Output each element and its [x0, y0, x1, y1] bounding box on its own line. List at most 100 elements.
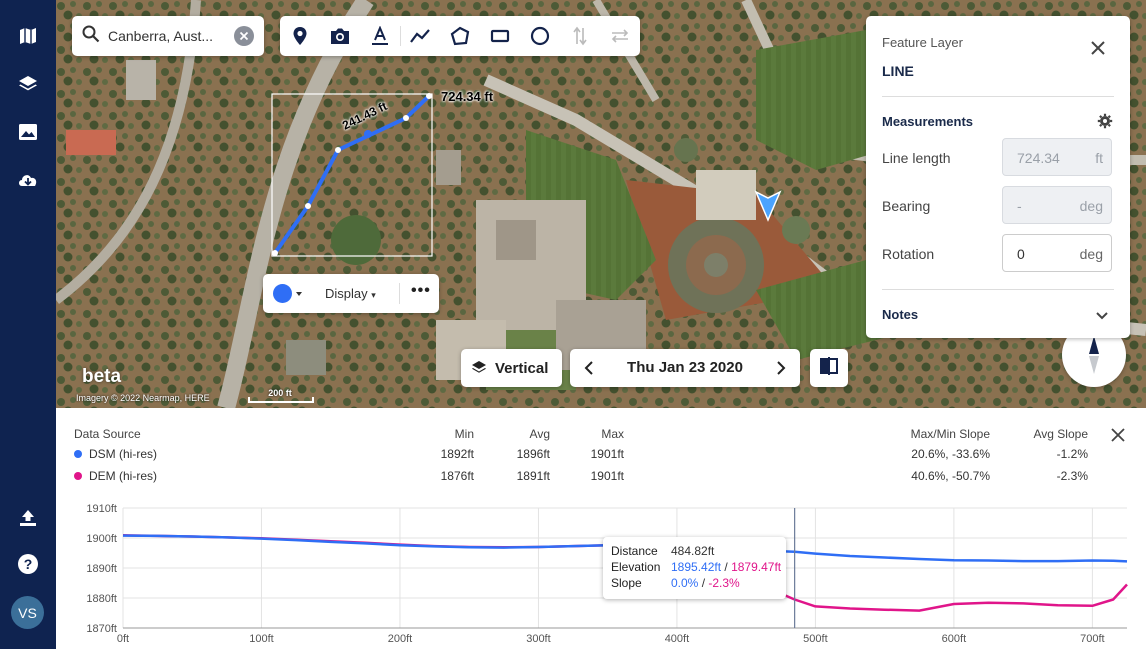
min-header: Min	[454, 427, 474, 441]
scale-bar: 200 ft	[248, 388, 314, 403]
upload-icon[interactable]	[14, 504, 42, 532]
elevation-chart[interactable]: 1910ft 1900ft 1890ft 1880ft 1870ft0ft 100ft 20…	[56, 500, 1146, 649]
close-icon[interactable]	[1089, 39, 1107, 62]
tooltip-distance-label: Distance	[611, 544, 658, 558]
survey-date[interactable]: Thu Jan 23 2020	[570, 359, 800, 376]
tooltip-slope-label: Slope	[611, 576, 642, 590]
side-nav: ? VS	[0, 0, 56, 649]
tooltip-slope-dsm: 0.0%	[671, 576, 699, 590]
notes-heading[interactable]: Notes	[882, 307, 918, 322]
dem-avg: 1891ft	[516, 469, 550, 483]
x-tick-label: 100ft	[249, 633, 273, 645]
drawing-toolbar	[280, 16, 640, 56]
line-length-unit: ft	[1095, 150, 1103, 166]
tooltip-elev-dsm: 1895.42ft	[671, 560, 722, 574]
bearing-field: - deg	[1002, 186, 1112, 224]
y-tick-label: 1880ft	[86, 593, 117, 605]
dem-max: 1901ft	[590, 469, 624, 483]
panel-title: LINE	[882, 63, 914, 79]
polygon-icon[interactable]	[448, 24, 472, 48]
layers-icon	[471, 360, 487, 376]
line-length-field: 724.34 ft	[1002, 138, 1112, 176]
dem-legend-dot	[74, 472, 82, 480]
dsm-avg-slope: -1.2%	[1056, 447, 1088, 461]
slope-header: Max/Min Slope	[910, 427, 990, 441]
x-tick-label: 0ft	[117, 633, 129, 645]
total-length-label: 724.34 ft	[441, 89, 494, 104]
dem-avg-slope: -2.3%	[1056, 469, 1088, 483]
dem-min: 1876ft	[440, 469, 474, 483]
x-tick-label: 300ft	[526, 633, 550, 645]
help-icon[interactable]: ?	[14, 550, 42, 578]
text-icon[interactable]	[368, 24, 392, 48]
tooltip-elev-dem: 1879.47ft	[731, 560, 782, 574]
y-tick-label: 1870ft	[86, 623, 117, 635]
tooltip-slope-sep: /	[698, 576, 709, 590]
split-view-icon	[819, 356, 839, 381]
clear-search-icon[interactable]	[234, 26, 254, 46]
camera-icon[interactable]	[328, 24, 352, 48]
x-tick-label: 700ft	[1080, 633, 1104, 645]
svg-text:?: ?	[24, 556, 33, 572]
panel-subtitle: Feature Layer	[882, 35, 963, 50]
circle-icon[interactable]	[528, 24, 552, 48]
rotation-label: Rotation	[882, 246, 935, 262]
x-tick-label: 400ft	[665, 633, 689, 645]
dsm-max: 1901ft	[590, 447, 624, 461]
avatar[interactable]: VS	[11, 596, 44, 629]
dem-name: DEM (hi-res)	[89, 469, 157, 483]
chevron-down-icon[interactable]	[296, 292, 302, 296]
dsm-avg: 1896ft	[516, 447, 550, 461]
elevation-profile: Data Source Min Avg Max Max/Min Slope Av…	[56, 408, 1146, 649]
imagery-credit: Imagery © 2022 Nearmap, HERE	[76, 393, 210, 403]
marker-icon[interactable]	[288, 24, 312, 48]
search-input[interactable]: Canberra, Aust...	[108, 28, 218, 44]
rectangle-icon[interactable]	[488, 24, 512, 48]
more-options-button[interactable]: •••	[411, 282, 431, 300]
data-source-header: Data Source	[74, 427, 141, 441]
rotation-field[interactable]: 0 deg	[1002, 234, 1112, 272]
layers-icon[interactable]	[14, 70, 42, 98]
dsm-min: 1892ft	[440, 447, 474, 461]
bearing-unit: deg	[1079, 198, 1103, 214]
chevron-right-icon[interactable]	[776, 361, 786, 380]
y-tick-label: 1910ft	[86, 503, 117, 515]
dsm-slope: 20.6%, -33.6%	[911, 447, 990, 461]
close-icon[interactable]	[1111, 428, 1125, 447]
vertical-measure-icon	[568, 24, 592, 48]
tooltip-elev-sep: /	[721, 560, 732, 574]
display-label: Display	[325, 286, 368, 301]
x-tick-label: 600ft	[942, 633, 966, 645]
color-swatch[interactable]	[273, 284, 292, 303]
rotation-value[interactable]: 0	[1017, 246, 1025, 262]
search-icon	[82, 25, 100, 48]
dsm-name: DSM (hi-res)	[89, 447, 157, 461]
polyline-icon[interactable]	[408, 24, 432, 48]
dem-slope: 40.6%, -50.7%	[911, 469, 990, 483]
display-dropdown[interactable]: Display ▾	[325, 286, 376, 301]
rotation-unit: deg	[1079, 246, 1103, 262]
tooltip-slope-dem: -2.3%	[708, 576, 740, 590]
swap-icon	[608, 24, 632, 48]
x-tick-label: 500ft	[803, 633, 827, 645]
image-icon[interactable]	[14, 118, 42, 146]
avg-header: Avg	[529, 427, 550, 441]
max-header: Max	[601, 427, 624, 441]
gear-icon[interactable]	[1097, 113, 1113, 134]
tooltip-elevation-label: Elevation	[611, 560, 661, 574]
view-mode-button[interactable]: Vertical	[461, 349, 562, 387]
map-icon[interactable]	[14, 22, 42, 50]
line-length-value: 724.34	[1017, 150, 1060, 166]
dsm-legend-dot	[74, 450, 82, 458]
beta-badge: beta	[82, 366, 122, 387]
chart-tooltip: Distance 484.82ft Elevation 1895.42ft / 18…	[603, 537, 786, 599]
measurements-heading: Measurements	[882, 114, 974, 129]
bearing-value: -	[1017, 198, 1022, 214]
split-view-button[interactable]	[810, 349, 848, 387]
cloud-download-icon[interactable]	[14, 166, 42, 194]
x-tick-label: 200ft	[388, 633, 412, 645]
search-box[interactable]: Canberra, Aust...	[72, 16, 264, 56]
y-tick-label: 1900ft	[86, 533, 117, 545]
chevron-down-icon[interactable]	[1095, 308, 1109, 326]
line-length-label: Line length	[882, 150, 951, 166]
